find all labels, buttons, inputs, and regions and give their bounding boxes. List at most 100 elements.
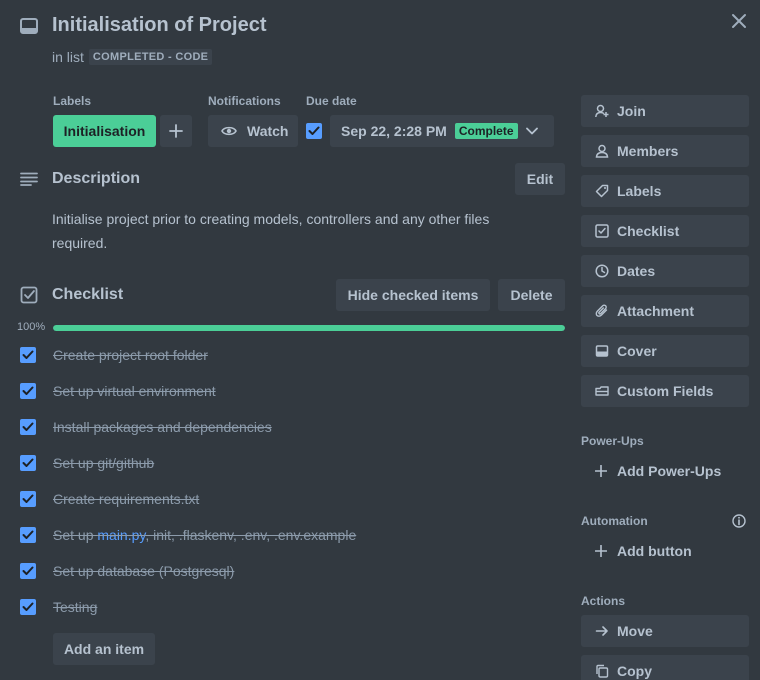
hide-checked-label: Hide checked items <box>347 287 479 303</box>
item-checkbox[interactable] <box>20 527 36 543</box>
checklist-title[interactable]: Checklist <box>52 286 123 304</box>
list-name-badge[interactable]: COMPLETED - CODE <box>88 49 213 65</box>
edit-description-button[interactable]: Edit <box>515 163 565 195</box>
card-title[interactable]: Initialisation of Project <box>52 14 266 37</box>
plus-icon <box>169 124 183 138</box>
copy-icon <box>595 664 609 678</box>
delete-label: Delete <box>510 287 553 303</box>
labels-heading: Labels <box>53 94 92 108</box>
labels-label: Labels <box>617 183 662 199</box>
user-icon <box>595 144 609 158</box>
in-list-prefix: in list <box>52 49 84 65</box>
checklist-button[interactable]: Checklist <box>581 215 749 247</box>
item-text[interactable]: Set up database (Postgresql) <box>53 563 234 579</box>
plus-icon <box>595 545 607 557</box>
hide-checked-button[interactable]: Hide checked items <box>336 279 490 311</box>
cover-icon <box>595 344 609 358</box>
notifications-heading: Notifications <box>208 94 281 108</box>
members-button[interactable]: Members <box>581 135 749 167</box>
item-text[interactable]: Set up main.py, init, .flaskenv, .env, .… <box>53 527 356 543</box>
checklist-label: Checklist <box>617 223 680 239</box>
description-icon <box>20 172 38 186</box>
add-user-icon <box>595 104 609 118</box>
copy-button[interactable]: Copy <box>581 655 749 680</box>
item-text[interactable]: Create requirements.txt <box>53 491 199 507</box>
attachment-button[interactable]: Attachment <box>581 295 749 327</box>
item-checkbox[interactable] <box>20 383 36 399</box>
close-icon[interactable] <box>730 12 748 30</box>
item-text[interactable]: Set up virtual environment <box>53 383 216 399</box>
description-text[interactable]: Initialise project prior to creating mod… <box>52 207 532 255</box>
progress-bar <box>53 325 565 331</box>
checklist-item[interactable]: Install packages and dependencies <box>20 415 272 439</box>
watch-label: Watch <box>247 123 289 139</box>
cover-button[interactable]: Cover <box>581 335 749 367</box>
due-status-badge: Complete <box>454 123 518 139</box>
checklist-item[interactable]: Create requirements.txt <box>20 487 199 511</box>
paperclip-icon <box>595 304 609 318</box>
checklist-item[interactable]: Set up virtual environment <box>20 379 216 403</box>
item-checkbox[interactable] <box>20 563 36 579</box>
due-date-value: Sep 22, 2:28 PM <box>341 123 447 139</box>
item-text[interactable]: Install packages and dependencies <box>53 419 272 435</box>
item-checkbox[interactable] <box>20 419 36 435</box>
arrow-right-icon <box>595 624 609 638</box>
info-icon[interactable] <box>732 514 746 528</box>
add-item-label: Add an item <box>63 641 145 657</box>
join-button[interactable]: Join <box>581 95 749 127</box>
label-chip[interactable]: Initialisation <box>53 115 156 147</box>
attachment-label: Attachment <box>617 303 695 319</box>
item-link[interactable]: main.py <box>97 527 145 543</box>
dates-label: Dates <box>617 263 656 279</box>
powerups-heading: Power-Ups <box>581 434 644 448</box>
cover-label: Cover <box>617 343 657 359</box>
add-item-button[interactable]: Add an item <box>53 633 155 665</box>
checklist-item[interactable]: Set up main.py, init, .flaskenv, .env, .… <box>20 523 356 547</box>
add-label-button[interactable] <box>160 115 192 147</box>
move-label: Move <box>617 623 653 639</box>
checklist-item[interactable]: Testing <box>20 595 97 619</box>
item-checkbox[interactable] <box>20 491 36 507</box>
progress-fill <box>53 325 565 331</box>
add-powerups-button[interactable]: Add Power-Ups <box>581 455 749 487</box>
checklist-item[interactable]: Set up git/github <box>20 451 154 475</box>
members-label: Members <box>617 143 679 159</box>
add-button-button[interactable]: Add button <box>581 535 749 567</box>
item-text[interactable]: Set up git/github <box>53 455 154 471</box>
item-checkbox[interactable] <box>20 347 36 363</box>
item-checkbox[interactable] <box>20 455 36 471</box>
card-icon <box>20 18 38 34</box>
join-label: Join <box>617 103 646 119</box>
add-button-label: Add button <box>617 543 692 559</box>
checklist-section-icon <box>20 286 38 304</box>
due-date-checkbox[interactable] <box>306 123 322 139</box>
watch-button[interactable]: Watch <box>208 115 298 147</box>
copy-label: Copy <box>617 663 652 679</box>
checklist-item[interactable]: Set up database (Postgresql) <box>20 559 234 583</box>
due-date-button[interactable]: Sep 22, 2:28 PM Complete <box>330 115 554 147</box>
item-text-after: , init, .flaskenv, .env, .env.example <box>145 527 357 543</box>
tag-icon <box>595 184 609 198</box>
item-checkbox[interactable] <box>20 599 36 615</box>
add-powerups-label: Add Power-Ups <box>617 463 722 479</box>
checklist-item[interactable]: Create project root folder <box>20 343 208 367</box>
description-title: Description <box>52 170 141 187</box>
item-text[interactable]: Testing <box>53 599 97 615</box>
due-date-heading: Due date <box>306 94 357 108</box>
custom-fields-button[interactable]: Custom Fields <box>581 375 749 407</box>
delete-checklist-button[interactable]: Delete <box>498 279 565 311</box>
actions-heading: Actions <box>581 594 626 608</box>
chevron-down-icon <box>525 127 538 135</box>
item-text[interactable]: Create project root folder <box>53 347 208 363</box>
labels-button[interactable]: Labels <box>581 175 749 207</box>
progress-percent: 100% <box>17 321 46 333</box>
list-info: in list COMPLETED - CODE <box>52 49 213 65</box>
automation-heading: Automation <box>581 514 648 528</box>
plus-icon <box>595 465 607 477</box>
checklist-icon <box>595 224 609 238</box>
dates-button[interactable]: Dates <box>581 255 749 287</box>
move-button[interactable]: Move <box>581 615 749 647</box>
item-text-before: Set up <box>53 527 98 543</box>
edit-label: Edit <box>526 171 554 187</box>
clock-icon <box>595 264 609 278</box>
